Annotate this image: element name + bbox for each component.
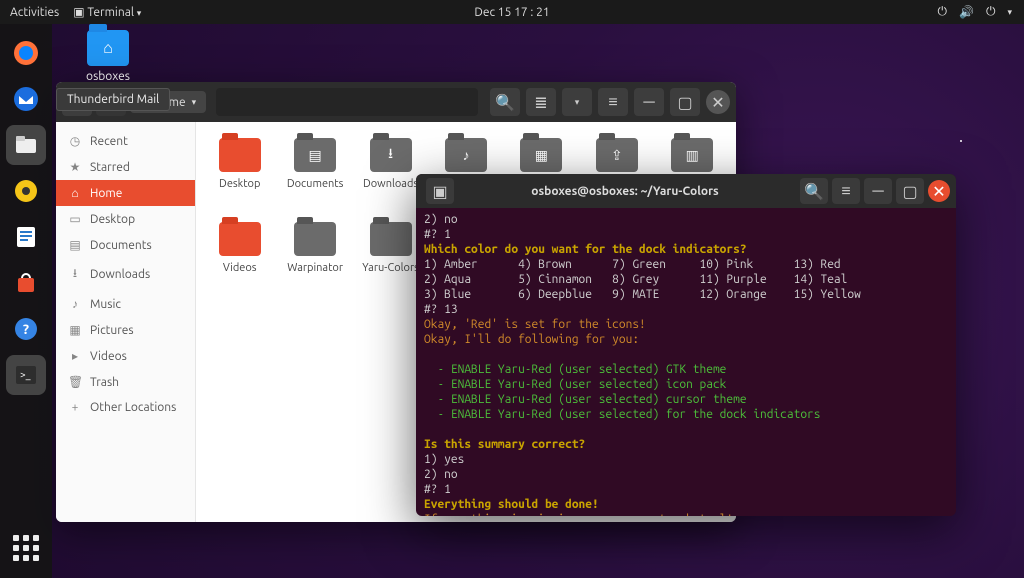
- power-icon[interactable]: ⏻: [986, 5, 996, 19]
- view-options-button[interactable]: ▾: [562, 88, 592, 116]
- desktop-icon: ▭: [68, 212, 82, 226]
- folder-icon: [219, 138, 261, 172]
- firefox-icon: [12, 39, 40, 67]
- terminal-dock-icon: >_: [13, 362, 39, 388]
- videos-icon: ▸: [68, 349, 82, 363]
- dock-software[interactable]: [6, 263, 46, 303]
- pictures-icon: ▦: [68, 323, 82, 337]
- dock-tooltip: Thunderbird Mail: [56, 88, 170, 111]
- folder-videos[interactable]: Videos: [204, 222, 275, 302]
- folder-icon: [370, 222, 412, 256]
- activities-button[interactable]: Activities: [10, 6, 59, 19]
- volume-icon[interactable]: 🔊: [959, 5, 974, 19]
- folder-icon: ▥: [671, 138, 713, 172]
- terminal-headerbar: ▣ osboxes@osboxes: ~/Yaru-Colors 🔍 ≡ ─ ▢…: [416, 174, 956, 208]
- folder-icon: ♪: [445, 138, 487, 172]
- dock-thunderbird[interactable]: [6, 79, 46, 119]
- sidebar-music[interactable]: ♪Music: [56, 291, 195, 317]
- maximize-button[interactable]: ▢: [670, 88, 700, 116]
- dock-libreoffice[interactable]: [6, 217, 46, 257]
- dock: ? >_: [0, 24, 52, 578]
- thunderbird-icon: [12, 85, 40, 113]
- sidebar-trash[interactable]: 🗑Trash: [56, 369, 195, 395]
- term-menu-button[interactable]: ≡: [832, 178, 860, 204]
- search-button[interactable]: 🔍: [490, 88, 520, 116]
- view-list-button[interactable]: ≣: [526, 88, 556, 116]
- terminal-title: osboxes@osboxes: ~/Yaru-Colors: [454, 185, 796, 198]
- minimize-button[interactable]: ─: [634, 88, 664, 116]
- music-player-icon: [13, 178, 39, 204]
- term-maximize-button[interactable]: ▢: [896, 178, 924, 204]
- sidebar-downloads[interactable]: ⭳Downloads: [56, 258, 195, 291]
- home-icon: ⌂: [68, 186, 82, 200]
- files-icon: [13, 132, 39, 158]
- search-icon: 🔍: [804, 182, 824, 201]
- system-menu-caret[interactable]: ▾: [1007, 7, 1012, 18]
- app-menu[interactable]: ▣ Terminal ▾: [73, 5, 141, 19]
- dock-files[interactable]: [6, 125, 46, 165]
- svg-text:?: ?: [23, 321, 29, 337]
- folder-warpinator[interactable]: Warpinator: [279, 222, 350, 302]
- close-button[interactable]: ✕: [706, 90, 730, 114]
- folder-desktop[interactable]: Desktop: [204, 138, 275, 218]
- new-tab-button[interactable]: ▣: [426, 178, 454, 204]
- svg-text:>_: >_: [20, 369, 31, 380]
- folder-icon: ⇪: [596, 138, 638, 172]
- trash-icon: 🗑: [68, 375, 82, 389]
- sidebar-desktop[interactable]: ▭Desktop: [56, 206, 195, 232]
- dock-terminal[interactable]: >_: [6, 355, 46, 395]
- dock-rhythmbox[interactable]: [6, 171, 46, 211]
- terminal-icon: ▣: [73, 6, 84, 19]
- files-sidebar: ◷Recent ★Starred ⌂Home ▭Desktop ▤Documen…: [56, 122, 196, 522]
- search-icon: 🔍: [495, 93, 515, 112]
- terminal-output[interactable]: 2) no #? 1 Which color do you want for t…: [416, 208, 956, 516]
- sidebar-pictures[interactable]: ▦Pictures: [56, 317, 195, 343]
- sidebar-home[interactable]: ⌂Home: [56, 180, 195, 206]
- sidebar-documents[interactable]: ▤Documents: [56, 232, 195, 258]
- path-bar[interactable]: [216, 88, 478, 116]
- term-close-button[interactable]: ✕: [928, 180, 950, 202]
- folder-icon: ▤: [294, 138, 336, 172]
- sidebar-other-locations[interactable]: +Other Locations: [56, 395, 195, 420]
- documents-icon: ▤: [68, 238, 82, 252]
- sidebar-recent[interactable]: ◷Recent: [56, 128, 195, 154]
- folder-icon: [219, 222, 261, 256]
- show-applications[interactable]: [8, 530, 44, 566]
- home-folder-icon: ⌂: [87, 30, 129, 66]
- dock-help[interactable]: ?: [6, 309, 46, 349]
- writer-icon: [13, 224, 39, 250]
- star-icon: ★: [68, 160, 82, 174]
- folder-documents[interactable]: ▤Documents: [279, 138, 350, 218]
- sidebar-videos[interactable]: ▸Videos: [56, 343, 195, 369]
- plus-icon: +: [68, 401, 82, 414]
- folder-icon: [294, 222, 336, 256]
- music-icon: ♪: [68, 297, 82, 311]
- term-minimize-button[interactable]: ─: [864, 178, 892, 204]
- downloads-icon: ⭳: [68, 264, 82, 285]
- dock-firefox[interactable]: [6, 33, 46, 73]
- clock[interactable]: Dec 15 17 : 21: [474, 6, 549, 19]
- clock-icon: ◷: [68, 134, 82, 148]
- sidebar-starred[interactable]: ★Starred: [56, 154, 195, 180]
- top-bar: Activities ▣ Terminal ▾ Dec 15 17 : 21 ⏻…: [0, 0, 1024, 24]
- hamburger-button[interactable]: ≡: [598, 88, 628, 116]
- folder-icon: ⭳: [370, 138, 412, 172]
- terminal-window: ▣ osboxes@osboxes: ~/Yaru-Colors 🔍 ≡ ─ ▢…: [416, 174, 956, 516]
- desktop-folder-osboxes[interactable]: ⌂ osboxes: [78, 30, 138, 83]
- network-icon[interactable]: ⏻: [938, 5, 948, 19]
- term-search-button[interactable]: 🔍: [800, 178, 828, 204]
- shopping-bag-icon: [13, 270, 39, 296]
- help-icon: ?: [13, 316, 39, 342]
- folder-icon: ▦: [520, 138, 562, 172]
